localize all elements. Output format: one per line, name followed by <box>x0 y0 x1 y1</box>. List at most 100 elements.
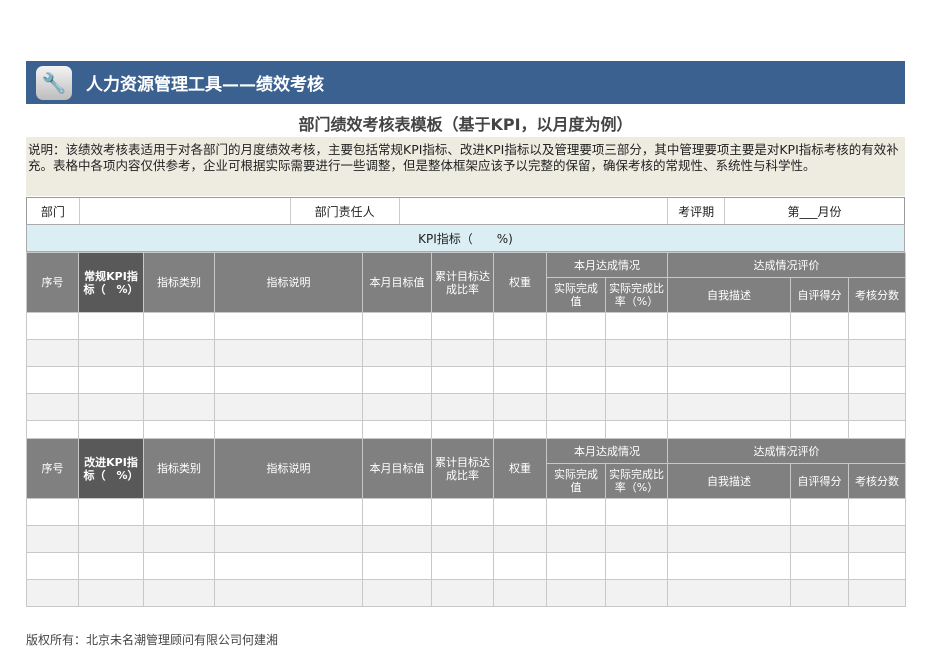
table-cell[interactable] <box>362 393 432 421</box>
table-cell[interactable] <box>214 312 363 340</box>
table-cell[interactable] <box>431 498 494 526</box>
table-cell[interactable] <box>605 366 668 394</box>
table-cell[interactable] <box>493 498 547 526</box>
table-cell[interactable] <box>143 498 215 526</box>
table-cell[interactable] <box>214 339 363 367</box>
table-cell[interactable] <box>667 366 791 394</box>
table-cell[interactable] <box>431 525 494 553</box>
table-cell[interactable] <box>26 366 79 394</box>
table-cell[interactable] <box>78 525 144 553</box>
table-cell[interactable] <box>790 393 849 421</box>
table-cell[interactable] <box>143 339 215 367</box>
table-cell[interactable] <box>847 579 907 607</box>
table-cell[interactable] <box>431 579 494 607</box>
table-cell[interactable] <box>431 552 494 580</box>
table-cell[interactable] <box>667 525 791 553</box>
table-cell[interactable] <box>546 366 606 394</box>
table-cell[interactable] <box>847 498 907 526</box>
col-score: 考核分数 <box>847 463 907 499</box>
table-cell[interactable] <box>790 579 849 607</box>
dept-input[interactable] <box>80 198 291 224</box>
table-cell[interactable] <box>667 498 791 526</box>
table-cell[interactable] <box>26 312 79 340</box>
table-cell[interactable] <box>605 525 668 553</box>
table-cell[interactable] <box>214 498 363 526</box>
table-cell[interactable] <box>605 552 668 580</box>
table-cell[interactable] <box>493 339 547 367</box>
table-cell[interactable] <box>546 525 606 553</box>
table-cell[interactable] <box>790 498 849 526</box>
table-cell[interactable] <box>26 498 79 526</box>
table-cell[interactable] <box>26 339 79 367</box>
table-cell[interactable] <box>847 312 907 340</box>
table-cell[interactable] <box>431 393 494 421</box>
table-cell[interactable] <box>546 393 606 421</box>
table-cell[interactable] <box>667 312 791 340</box>
table-cell[interactable] <box>493 366 547 394</box>
table-cell[interactable] <box>790 525 849 553</box>
period-value[interactable]: 第___月份 <box>725 198 904 224</box>
table-cell[interactable] <box>214 525 363 553</box>
table-cell[interactable] <box>493 525 547 553</box>
table-cell[interactable] <box>790 339 849 367</box>
table-cell[interactable] <box>78 579 144 607</box>
table-cell[interactable] <box>605 579 668 607</box>
table-cell[interactable] <box>78 366 144 394</box>
table-cell[interactable] <box>214 393 363 421</box>
table-cell[interactable] <box>546 498 606 526</box>
table-cell[interactable] <box>493 552 547 580</box>
table-cell[interactable] <box>847 366 907 394</box>
table-cell[interactable] <box>143 525 215 553</box>
table-cell[interactable] <box>667 552 791 580</box>
table-cell[interactable] <box>790 366 849 394</box>
table-cell[interactable] <box>362 366 432 394</box>
table-cell[interactable] <box>214 366 363 394</box>
table-cell[interactable] <box>546 339 606 367</box>
owner-input[interactable] <box>400 198 669 224</box>
table-cell[interactable] <box>214 552 363 580</box>
table-cell[interactable] <box>26 552 79 580</box>
table-cell[interactable] <box>26 525 79 553</box>
table-cell[interactable] <box>847 525 907 553</box>
table-cell[interactable] <box>667 393 791 421</box>
table-cell[interactable] <box>605 393 668 421</box>
table-cell[interactable] <box>431 339 494 367</box>
table-cell[interactable] <box>790 312 849 340</box>
table-cell[interactable] <box>431 312 494 340</box>
table-cell[interactable] <box>493 393 547 421</box>
table-cell[interactable] <box>143 393 215 421</box>
table-cell[interactable] <box>493 579 547 607</box>
table-cell[interactable] <box>605 498 668 526</box>
table-cell[interactable] <box>362 525 432 553</box>
table-cell[interactable] <box>790 552 849 580</box>
table-cell[interactable] <box>667 579 791 607</box>
table-cell[interactable] <box>78 339 144 367</box>
table-cell[interactable] <box>143 579 215 607</box>
table-cell[interactable] <box>546 579 606 607</box>
table-cell[interactable] <box>78 498 144 526</box>
table-cell[interactable] <box>362 312 432 340</box>
table-cell[interactable] <box>78 312 144 340</box>
table-cell[interactable] <box>26 579 79 607</box>
table-cell[interactable] <box>847 393 907 421</box>
table-cell[interactable] <box>546 552 606 580</box>
table-cell[interactable] <box>143 312 215 340</box>
table-cell[interactable] <box>847 339 907 367</box>
table-cell[interactable] <box>143 366 215 394</box>
table-cell[interactable] <box>667 339 791 367</box>
table-cell[interactable] <box>78 393 144 421</box>
table-cell[interactable] <box>214 579 363 607</box>
table-cell[interactable] <box>362 339 432 367</box>
table-cell[interactable] <box>847 552 907 580</box>
table-cell[interactable] <box>605 312 668 340</box>
table-cell[interactable] <box>431 366 494 394</box>
table-cell[interactable] <box>493 312 547 340</box>
table-cell[interactable] <box>26 393 79 421</box>
table-cell[interactable] <box>362 579 432 607</box>
table-cell[interactable] <box>362 552 432 580</box>
table-cell[interactable] <box>362 498 432 526</box>
table-cell[interactable] <box>605 339 668 367</box>
table-cell[interactable] <box>78 552 144 580</box>
table-cell[interactable] <box>143 552 215 580</box>
table-cell[interactable] <box>546 312 606 340</box>
